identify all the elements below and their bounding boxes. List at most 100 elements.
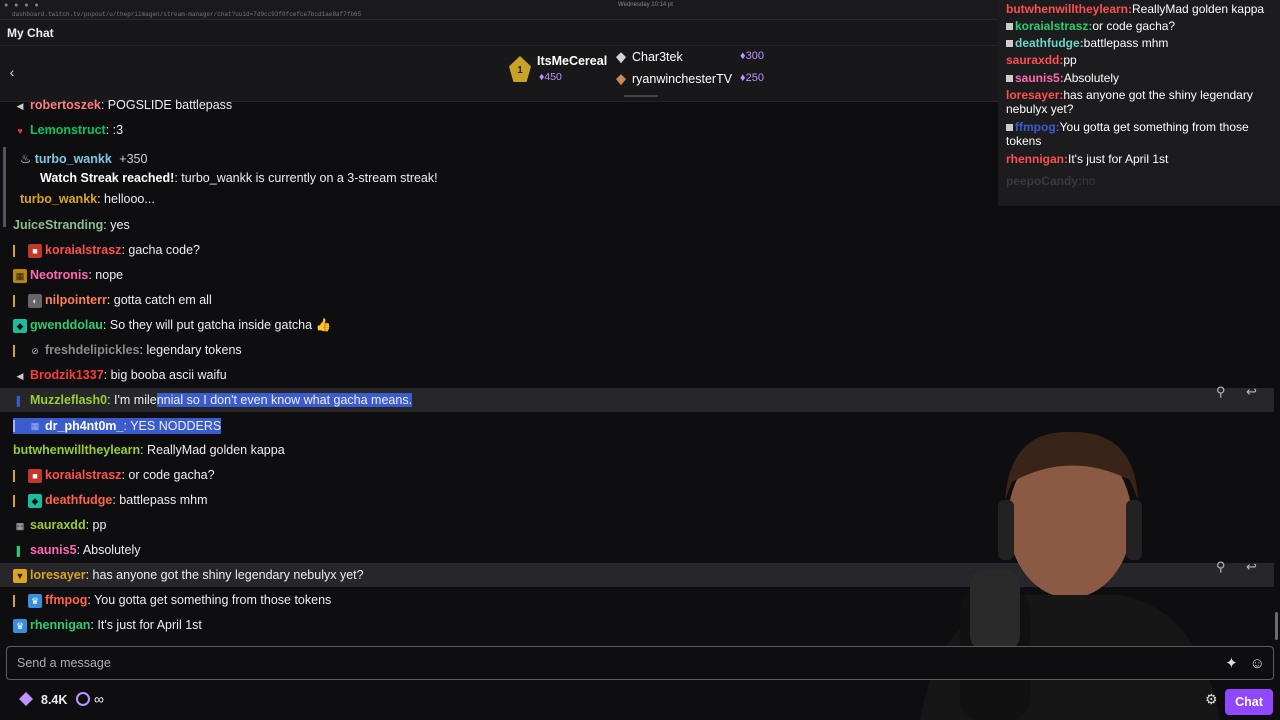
chat-username[interactable]: robertoszek xyxy=(30,98,101,112)
overlay-message: butwhenwilltheylearn:ReallyMad golden ka… xyxy=(1006,2,1265,16)
chat-username[interactable]: Brodzik1337 xyxy=(30,368,104,382)
leaderboard-first-points: ♦450 xyxy=(539,71,562,83)
chat-message[interactable]: ■ koraialstrasz: or code gacha? xyxy=(13,464,215,486)
message-input[interactable]: Send a message ✦ ☺ xyxy=(6,646,1274,680)
chat-message[interactable]: ▦ Neotronis: nope xyxy=(13,264,123,286)
back-chevron-icon[interactable]: ‹ xyxy=(4,64,20,84)
leaderboard-third[interactable]: ryanwinchesterTV ♦250 xyxy=(616,72,776,90)
party-popper-icon[interactable]: ✦ xyxy=(1225,655,1238,672)
chat-username[interactable]: freshdelipickles xyxy=(45,343,140,357)
leaderboard-first[interactable]: 1 ItsMeCereal ♦450 xyxy=(509,54,609,90)
chat-username[interactable]: Muzzleflash0 xyxy=(30,393,107,407)
prediction-badge-icon xyxy=(13,469,20,482)
chat-message[interactable]: ▦ dr_ph4nt0m_: YES NODDERS xyxy=(13,414,222,436)
chat-text: : Absolutely xyxy=(76,543,141,557)
chat-message[interactable]: ⊘ freshdelipickles: legendary tokens xyxy=(13,339,242,361)
overlay-message: ffmpog:You gotta get something from thos… xyxy=(1006,120,1249,148)
chat-username[interactable]: gwenddolau xyxy=(30,318,103,332)
leaderboard-third-name: ryanwinchesterTV xyxy=(632,72,733,86)
chat-text: : big booba ascii waifu xyxy=(103,368,227,382)
chat-message[interactable]: ▼ loresayer: has anyone got the shiny leg… xyxy=(13,564,364,586)
chat-text: : or code gacha? xyxy=(121,468,215,482)
chat-message[interactable]: ♛ ffmpog: You gotta get something from th… xyxy=(13,589,331,611)
chat-text: : YES NODDERS xyxy=(123,418,222,433)
mute-icon: ◀ xyxy=(16,100,24,111)
crown-icon: ♛ xyxy=(13,618,27,633)
chat-username[interactable]: nilpointerr xyxy=(45,293,107,307)
message-actions: ⚲ ↩ xyxy=(1216,559,1266,579)
emoji-icon[interactable]: ☺ xyxy=(1250,655,1265,672)
chat-message[interactable]: ■ koraialstrasz: gacha code? xyxy=(13,239,200,261)
url-bar[interactable]: dashboard.twitch.tv/popout/u/thepriimage… xyxy=(12,11,361,18)
overlay-message: sauraxdd:pp xyxy=(1006,53,1077,67)
chat-username[interactable]: koraialstrasz xyxy=(45,243,121,257)
settings-gear-icon[interactable]: ⚙ xyxy=(1205,691,1218,708)
shield-icon: ▼ xyxy=(13,568,27,583)
chat-message[interactable]: ◀ robertoszek: POGSLIDE battlepass xyxy=(13,94,233,116)
chat-username[interactable]: deathfudge xyxy=(45,493,112,507)
chat-text: : So they will put gatcha inside gatcha … xyxy=(102,318,332,332)
message-input-placeholder: Send a message xyxy=(17,656,111,670)
chat-username[interactable]: loresayer xyxy=(30,568,86,582)
timer-icon[interactable] xyxy=(76,692,90,706)
reply-icon[interactable]: ↩ xyxy=(1246,559,1257,575)
gift-icon: ■ xyxy=(28,243,42,258)
overlay-message: koraialstrasz:or code gacha? xyxy=(1006,19,1276,33)
overlay-message: saunis5:Absolutely xyxy=(1006,71,1276,85)
chat-message[interactable]: ◆ gwenddolau: So they will put gatcha ins… xyxy=(13,314,331,336)
chat-username[interactable]: koraialstrasz xyxy=(45,468,121,482)
chat-username[interactable]: JuiceStranding xyxy=(13,218,103,232)
window-controls[interactable]: ● ● ● ● xyxy=(4,2,41,9)
chat-username[interactable]: saunis5 xyxy=(30,543,77,557)
chat-message[interactable]: ♥ Lemonstruct: :3 xyxy=(13,119,123,141)
subscriber-badge-icon: ◆ xyxy=(28,493,42,508)
chat-text: : :3 xyxy=(105,123,124,137)
leaderboard-first-name: ItsMeCereal xyxy=(537,54,608,68)
chat-message[interactable]: ▌ Muzzleflash0: I'm milennial so I don't … xyxy=(13,389,413,411)
channel-points-balance[interactable]: 8.4K xyxy=(41,693,67,707)
leaderboard-second-points: ♦300 xyxy=(740,50,764,62)
chat-send-button[interactable]: Chat xyxy=(1225,689,1273,715)
scrollbar-thumb[interactable] xyxy=(1275,612,1278,640)
chat-message[interactable]: ◆ deathfudge: battlepass mhm xyxy=(13,489,208,511)
chat-username[interactable]: turbo_wankk xyxy=(35,152,112,166)
overlay-message: loresayer:has anyone got the shiny legen… xyxy=(1006,88,1253,116)
selected-text: nnial so I don't even know what gacha me… xyxy=(156,393,413,407)
chat-username[interactable]: dr_ph4nt0m_ xyxy=(45,419,124,433)
leaderboard-third-points: ♦250 xyxy=(740,72,764,84)
streak-points: +350 xyxy=(119,152,148,166)
prediction-badge-icon xyxy=(13,494,20,507)
page-title: My Chat xyxy=(7,26,54,40)
channel-points-icon[interactable] xyxy=(19,692,33,706)
chat-username[interactable]: turbo_wankk xyxy=(20,192,97,206)
chat-username[interactable]: Lemonstruct xyxy=(30,123,106,137)
chat-message[interactable]: ◀ Brodzik1337: big booba ascii waifu xyxy=(13,364,227,386)
chat-message[interactable]: JuiceStranding: yes xyxy=(13,214,130,236)
leaderboard-second[interactable]: Char3tek ♦300 xyxy=(616,50,776,68)
streak-text: Watch Streak reached!: turbo_wankk is cu… xyxy=(40,171,438,185)
badge-icon: ▌ xyxy=(16,545,24,556)
pin-icon[interactable]: ⚲ xyxy=(1216,384,1226,400)
chat-username[interactable]: ffmpog xyxy=(45,593,87,607)
reply-icon[interactable]: ↩ xyxy=(1246,384,1257,400)
chat-message[interactable]: turbo_wankk: hellooo... xyxy=(20,192,155,206)
chat-message[interactable]: ♛ rhennigan: It's just for April 1st xyxy=(13,614,202,636)
overlay-message: deathfudge:battlepass mhm xyxy=(1006,36,1276,50)
chat-text: : You gotta get something from those tok… xyxy=(87,593,332,607)
subscriber-badge-icon: ◆ xyxy=(13,318,27,333)
chat-message[interactable]: ▦ sauraxdd: pp xyxy=(13,514,107,536)
chat-message[interactable]: ◐ nilpointerr: gotta catch em all xyxy=(13,289,212,311)
stream-chat-overlay: butwhenwilltheylearn:ReallyMad golden ka… xyxy=(998,0,1280,206)
chat-text: : hellooo... xyxy=(97,192,155,206)
streak-header: ♨ turbo_wankk +350 xyxy=(20,151,147,166)
heart-icon: ♥ xyxy=(17,125,23,136)
chat-username[interactable]: sauraxdd xyxy=(30,518,86,532)
chat-username[interactable]: rhennigan xyxy=(30,618,90,632)
chat-username[interactable]: Neotronis xyxy=(30,268,88,282)
chat-username[interactable]: butwhenwilltheylearn xyxy=(13,443,140,457)
chat-text: : nope xyxy=(88,268,124,282)
crown-icon: ♛ xyxy=(28,593,42,608)
leaderboard-divider xyxy=(624,95,658,97)
chat-message[interactable]: ▌ saunis5: Absolutely xyxy=(13,539,141,561)
chat-message[interactable]: butwhenwilltheylearn: ReallyMad golden k… xyxy=(13,439,285,461)
